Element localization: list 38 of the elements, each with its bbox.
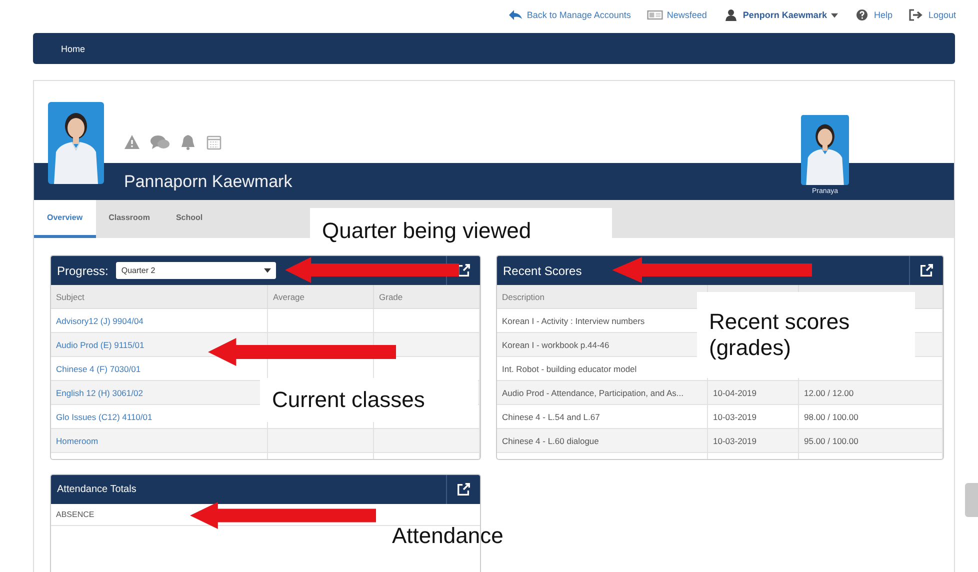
top-link[interactable]: Newsfeed: [646, 9, 707, 21]
column-header: Average: [268, 285, 374, 308]
panel-title: Progress:: [57, 264, 108, 278]
table-cell: Korean I - workbook p.44-46: [502, 340, 610, 350]
top-link[interactable]: Logout: [908, 9, 956, 21]
top-link[interactable]: Penporn Kaewmark: [722, 9, 838, 21]
table-cell: Audio Prod - Attendance, Participation, and As...: [502, 388, 684, 398]
panel-title: Recent Scores: [503, 264, 582, 278]
table-cell: 10-03-2019: [713, 436, 756, 446]
quarter-select[interactable]: Quarter 2: [116, 262, 276, 279]
annotation-label: Current classes: [260, 378, 478, 422]
class-link[interactable]: Audio Prod (E) 9115/01: [56, 340, 144, 350]
tab[interactable]: School: [162, 200, 216, 235]
class-link[interactable]: Chinese 4 (F) 7030/01: [56, 364, 141, 374]
annotation-label: Recent scores (grades): [697, 292, 915, 378]
column-header: Description: [497, 285, 708, 308]
tab[interactable]: Overview: [34, 200, 96, 238]
table-cell: Chinese 4 - L.54 and L.67: [502, 412, 600, 422]
student-name: Pannaporn Kaewmark: [124, 172, 292, 192]
table-cell: Korean I - Activity : Interview numbers: [502, 316, 645, 326]
table-cell: Int. Robot - building educator model: [502, 364, 637, 374]
panel-title: Attendance Totals: [57, 484, 136, 495]
column-header: Subject: [51, 285, 268, 308]
class-link[interactable]: English 12 (H) 3061/02: [56, 388, 143, 398]
table-cell: 10-04-2019: [713, 388, 756, 398]
table-cell: 98.00 / 100.00: [804, 412, 858, 422]
table-cell: 12.00 / 12.00: [804, 388, 854, 398]
table-cell: 95.00 / 100.00: [804, 436, 858, 446]
top-link[interactable]: Help: [854, 9, 892, 21]
class-link[interactable]: Glo Issues (C12) 4110/01: [56, 412, 152, 422]
class-link[interactable]: Advisory12 (J) 9904/04: [56, 316, 144, 326]
column-header: Grade: [374, 285, 480, 308]
nav-link[interactable]: Home: [61, 44, 86, 54]
top-link[interactable]: Back to Manage Accounts: [506, 9, 631, 21]
table-cell: 10-03-2019: [713, 412, 756, 422]
tab[interactable]: Classroom: [96, 200, 163, 235]
table-cell: Chinese 4 - L.60 dialogue: [502, 436, 599, 446]
class-link[interactable]: Homeroom: [56, 436, 98, 446]
